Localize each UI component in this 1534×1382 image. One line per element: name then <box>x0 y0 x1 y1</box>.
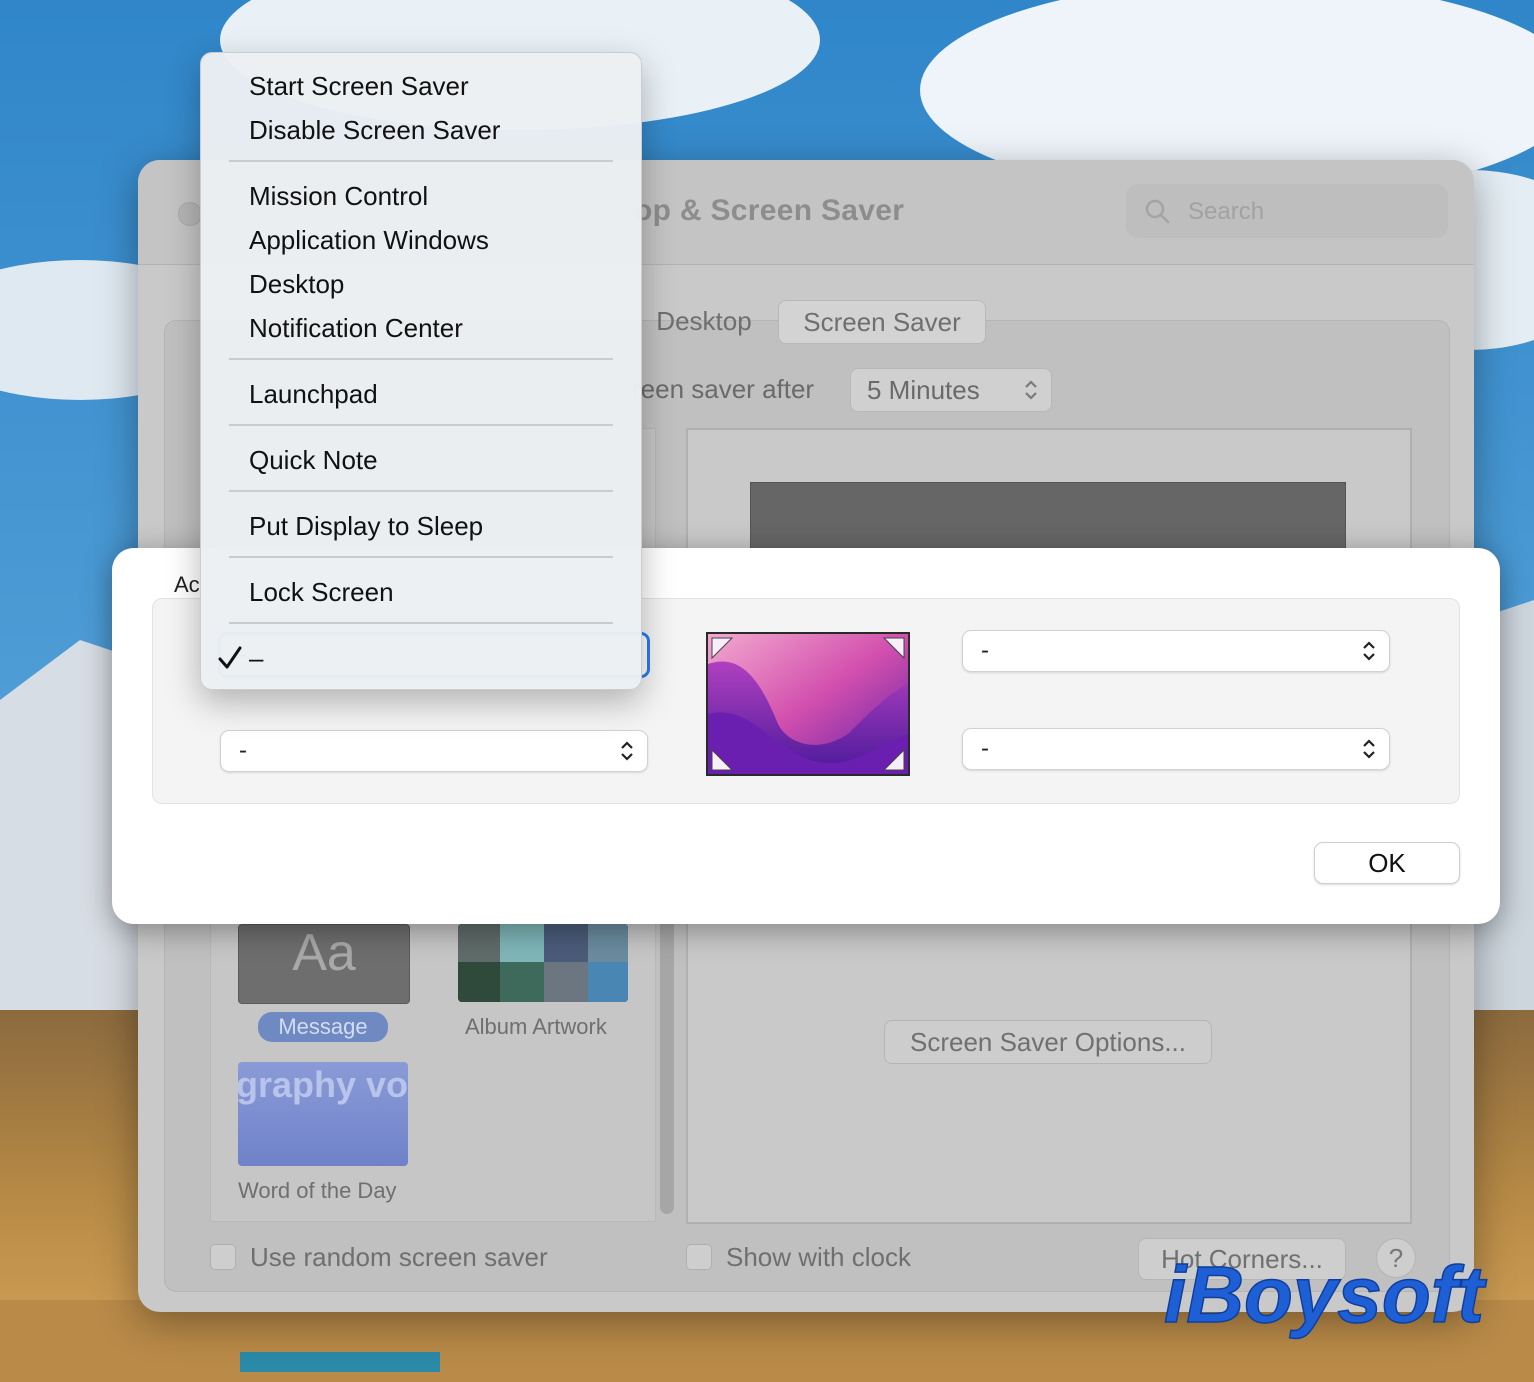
random-screen-saver-checkbox[interactable] <box>210 1244 236 1270</box>
show-with-clock-label: Show with clock <box>726 1242 911 1272</box>
menu-item-application-windows[interactable]: Application Windows <box>249 223 489 257</box>
chevron-up-down-icon <box>1025 380 1037 400</box>
ok-button[interactable]: OK <box>1314 842 1460 884</box>
chevron-up-down-icon <box>621 741 633 761</box>
screen-saver-options-button[interactable]: Screen Saver Options... <box>884 1020 1212 1064</box>
bottom-right-corner-select[interactable]: - <box>962 728 1390 770</box>
hot-corner-action-menu: Start Screen Saver Disable Screen Saver … <box>200 52 642 690</box>
show-with-clock-checkbox[interactable] <box>686 1244 712 1270</box>
active-screen-corners-label: Ac <box>174 572 200 597</box>
screen-saver-label-message[interactable]: Message <box>258 1012 388 1042</box>
bottom-right-corner-value: - <box>981 735 989 762</box>
tab-desktop[interactable]: Desktop <box>624 300 784 342</box>
menu-separator <box>229 622 613 624</box>
menu-separator <box>229 490 613 492</box>
bottom-left-corner-select[interactable]: - <box>220 730 648 772</box>
search-placeholder: Search <box>1188 198 1265 225</box>
search-field[interactable]: Search <box>1126 184 1448 238</box>
start-after-select[interactable]: 5 Minutes <box>850 368 1052 412</box>
menu-item-desktop[interactable]: Desktop <box>249 267 344 301</box>
tab-screen-saver[interactable]: Screen Saver <box>778 300 986 344</box>
menu-item-disable-screen-saver[interactable]: Disable Screen Saver <box>249 113 500 147</box>
chevron-up-down-icon <box>1363 739 1375 759</box>
chevron-up-down-icon <box>1363 641 1375 661</box>
start-after-value: 5 Minutes <box>867 375 980 405</box>
top-right-corner-select[interactable]: - <box>962 630 1390 672</box>
screen-preview-image <box>706 632 910 776</box>
close-window-button[interactable] <box>178 202 202 226</box>
menu-item-start-screen-saver[interactable]: Start Screen Saver <box>249 69 469 103</box>
menu-item-launchpad[interactable]: Launchpad <box>249 377 378 411</box>
top-right-corner-value: - <box>981 637 989 664</box>
menu-item-mission-control[interactable]: Mission Control <box>249 179 428 213</box>
screen-saver-thumb-word-of-the-day[interactable]: graphy voca lexicog abulary <box>238 1062 408 1166</box>
checkmark-icon <box>218 646 242 669</box>
menu-separator <box>229 556 613 558</box>
word-thumb-text: graphy voca lexicog abulary <box>238 1064 408 1105</box>
menu-item-put-display-to-sleep[interactable]: Put Display to Sleep <box>249 509 483 543</box>
menu-item-notification-center[interactable]: Notification Center <box>249 311 463 345</box>
menu-separator <box>229 160 613 162</box>
screen-saver-label-album-artwork[interactable]: Album Artwork <box>465 1014 607 1040</box>
search-icon <box>1145 199 1170 224</box>
menu-item-lock-screen[interactable]: Lock Screen <box>249 575 394 609</box>
menu-item-none[interactable]: – <box>249 641 263 675</box>
iboysoft-watermark-logo: iBoysoft <box>1163 1249 1488 1340</box>
menu-separator <box>229 358 613 360</box>
window-title: op & Screen Saver <box>634 194 905 227</box>
screen-saver-label-word-of-the-day[interactable]: Word of the Day <box>238 1178 397 1204</box>
message-thumb-text: Aa <box>292 924 356 982</box>
bottom-left-corner-value: - <box>239 737 247 764</box>
menu-separator <box>229 424 613 426</box>
menu-item-quick-note[interactable]: Quick Note <box>249 443 378 477</box>
watermark-text: iBoysoft <box>1164 1250 1487 1339</box>
start-after-label: reen saver after <box>632 374 815 404</box>
screen-saver-thumb-message[interactable]: Aa <box>238 924 410 1004</box>
screen-saver-thumb-album-artwork[interactable] <box>458 924 628 1002</box>
random-screen-saver-label: Use random screen saver <box>250 1242 548 1272</box>
